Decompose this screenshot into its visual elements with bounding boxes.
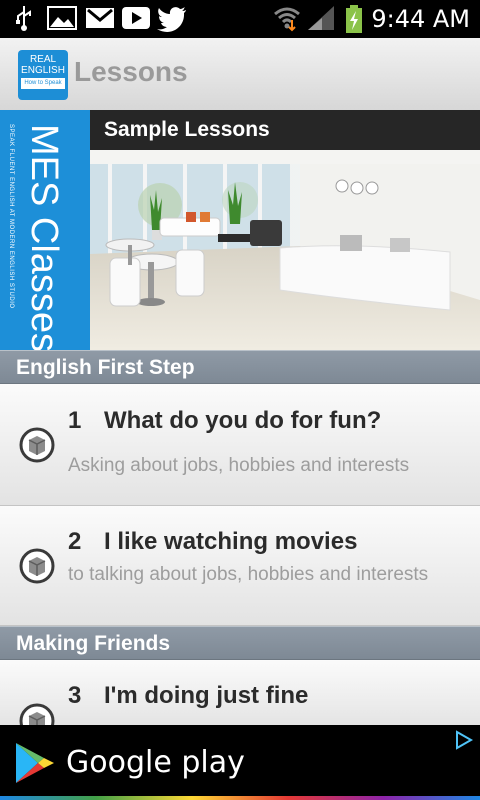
lesson-title: I'm doing just fine [104, 682, 309, 709]
app-logo[interactable]: REAL ENGLISH How to Speak [18, 50, 68, 100]
lesson-number: 2 [68, 528, 82, 555]
lesson-number: 3 [68, 682, 82, 709]
lobby-photo [90, 150, 480, 350]
gmail-icon [86, 8, 114, 28]
banner-header: Sample Lessons [90, 110, 480, 150]
ad-color-strip [0, 796, 480, 800]
section-header: English First Step [0, 350, 480, 384]
google-play-ad[interactable]: Google play [0, 725, 480, 800]
section-title: English First Step [16, 356, 195, 379]
lesson-item[interactable]: 3 I'm doing just fine [0, 660, 480, 739]
youtube-icon [122, 7, 150, 29]
lesson-title: What do you do for fun? [104, 407, 382, 434]
lesson-item[interactable]: 2 I like watching movies to talking abou… [0, 506, 480, 626]
action-bar: REAL ENGLISH How to Speak Lessons [0, 38, 480, 111]
lesson-box-icon [19, 548, 55, 584]
status-bar: 9:44 AM [0, 0, 480, 38]
section-header: Making Friends [0, 626, 480, 660]
google-play-icon [16, 743, 54, 783]
twitter-icon [157, 7, 186, 32]
lesson-title: I like watching movies [104, 528, 358, 555]
logo-line3: How to Speak [21, 78, 65, 89]
banner-side-panel: SPEAK FLUENT ENGLISH AT MODERN ENGLISH S… [0, 110, 90, 350]
page-title: Lessons [74, 56, 188, 87]
lesson-description: Asking about jobs, hobbies and interests [68, 455, 410, 476]
usb-icon [16, 6, 31, 31]
banner-side-title: MES Classes [23, 124, 65, 350]
ad-text: Google play [66, 745, 245, 780]
adchoices-icon[interactable] [452, 729, 474, 751]
lesson-item[interactable]: 1 What do you do for fun? Asking about j… [0, 384, 480, 506]
banner-side-subtitle: SPEAK FLUENT ENGLISH AT MODERN ENGLISH S… [8, 124, 14, 309]
logo-line2: ENGLISH [21, 65, 65, 76]
battery-charging-icon [346, 5, 362, 33]
clock-time: 9:44 AM [371, 5, 470, 33]
banner-title: Sample Lessons [104, 118, 270, 141]
lesson-box-icon [19, 427, 55, 463]
lesson-description: to talking about jobs, hobbies and inter… [68, 564, 429, 585]
sample-lessons-banner[interactable]: SPEAK FLUENT ENGLISH AT MODERN ENGLISH S… [0, 110, 480, 350]
section-title: Making Friends [16, 632, 171, 655]
wifi-icon [274, 7, 300, 32]
lesson-number: 1 [68, 407, 82, 434]
logo-line1: REAL [29, 54, 57, 65]
signal-icon [308, 6, 334, 30]
gallery-icon [47, 6, 77, 30]
